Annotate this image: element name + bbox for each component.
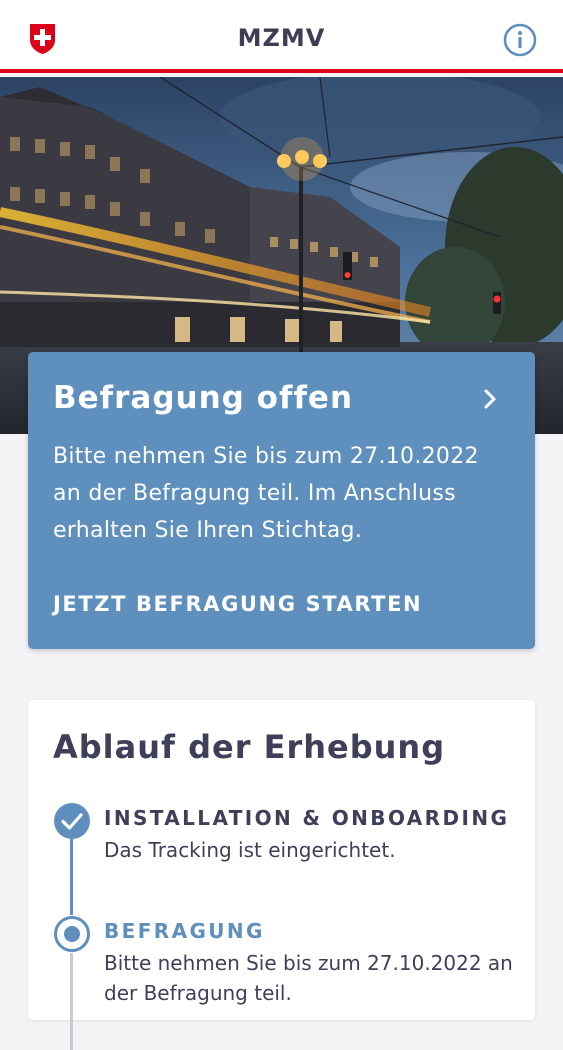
step-description-installation: Das Tracking ist eingerichtet. xyxy=(104,838,396,862)
check-circle-icon xyxy=(54,803,90,839)
start-survey-button[interactable]: JETZT BEFRAGUNG STARTEN xyxy=(53,592,422,616)
step-label-survey: BEFRAGUNG xyxy=(104,919,265,943)
info-icon[interactable] xyxy=(502,22,538,58)
process-card-title: Ablauf der Erhebung xyxy=(53,728,446,766)
timeline-line-pending xyxy=(70,950,73,1050)
app-title: MZMV xyxy=(237,24,326,52)
process-card: Ablauf der Erhebung INSTALLATION & ONBOA… xyxy=(28,700,535,1050)
step-description-survey: Bitte nehmen Sie bis zum 27.10.2022 an d… xyxy=(104,951,513,1005)
survey-card-text: Bitte nehmen Sie bis zum 27.10.2022 an d… xyxy=(53,444,479,543)
app-bar: MZMV xyxy=(0,0,563,73)
current-step-icon xyxy=(53,915,91,953)
chevron-right-icon[interactable] xyxy=(480,388,500,410)
survey-card[interactable]: Befragung offen Bitte nehmen Sie bis zum… xyxy=(28,352,535,649)
step-label-installation: INSTALLATION & ONBOARDING xyxy=(104,806,510,830)
survey-card-title: Befragung offen xyxy=(53,380,354,416)
